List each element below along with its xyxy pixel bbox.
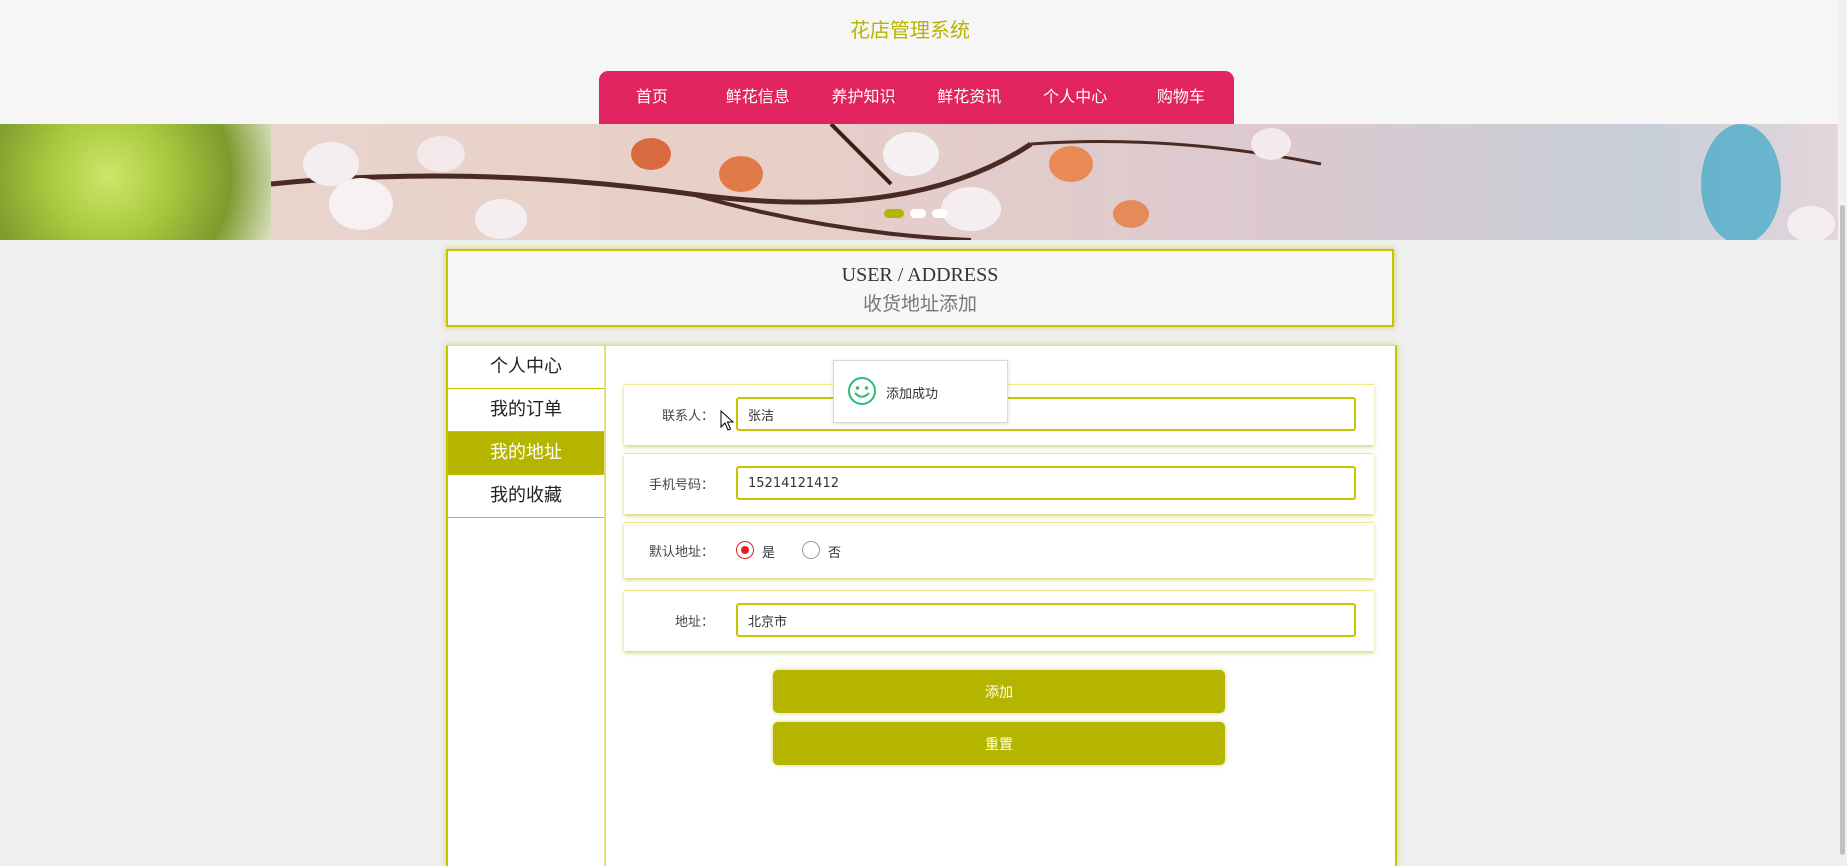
nav-item-flowers[interactable]: 鲜花信息: [705, 71, 811, 124]
sidebar-item-orders[interactable]: 我的订单: [448, 389, 604, 432]
contact-label: 联系人：: [661, 409, 714, 424]
page-header: 花店管理系统 首页 鲜花信息 养护知识 鲜花资讯 个人中心 购物车: [0, 0, 1847, 124]
nav-item-home[interactable]: 首页: [599, 71, 705, 124]
address-row: 地址：: [624, 590, 1374, 651]
phone-label: 手机号码：: [648, 478, 714, 493]
default-address-label: 默认地址：: [648, 545, 714, 560]
nav-item-profile[interactable]: 个人中心: [1022, 71, 1128, 124]
default-no-radio[interactable]: [802, 541, 820, 559]
default-yes-radio[interactable]: [736, 541, 754, 559]
reset-button[interactable]: 重置: [773, 722, 1225, 765]
nav-item-care[interactable]: 养护知识: [811, 71, 917, 124]
default-yes-label: 是: [762, 546, 776, 561]
heading-english: USER / ADDRESS: [841, 264, 999, 286]
nav-item-cart[interactable]: 购物车: [1128, 71, 1234, 124]
banner-blossom-image: [271, 124, 1835, 240]
phone-input[interactable]: [736, 466, 1356, 500]
mouse-cursor-icon: [720, 410, 734, 431]
banner-carousel[interactable]: [0, 124, 1838, 240]
contact-input[interactable]: [736, 397, 1356, 431]
address-label: 地址：: [674, 615, 714, 630]
default-no-label: 否: [828, 546, 842, 561]
sidebar-item-favorites[interactable]: 我的收藏: [448, 475, 604, 518]
site-title: 花店管理系统: [850, 18, 970, 42]
smiley-icon: [848, 377, 876, 405]
section-heading: USER / ADDRESS 收货地址添加: [446, 249, 1394, 327]
user-sidebar: 个人中心 我的订单 我的地址 我的收藏: [448, 346, 606, 866]
carousel-indicators: [884, 209, 948, 218]
carousel-dot-3[interactable]: [932, 209, 948, 218]
toast-message: 添加成功: [886, 387, 939, 402]
add-button[interactable]: 添加: [773, 670, 1225, 713]
sidebar-item-address[interactable]: 我的地址: [448, 432, 604, 475]
banner-grass-image: [0, 124, 271, 240]
main-panel: 个人中心 我的订单 我的地址 我的收藏 联系人： 手机号码： 默认地址： 是 否…: [446, 345, 1397, 866]
carousel-dot-1[interactable]: [884, 209, 904, 218]
success-toast: 添加成功: [833, 360, 1008, 423]
main-nav: 首页 鲜花信息 养护知识 鲜花资讯 个人中心 购物车: [599, 71, 1234, 124]
heading-chinese: 收货地址添加: [862, 294, 977, 315]
default-address-row: 默认地址： 是 否: [624, 522, 1374, 578]
sidebar-item-profile[interactable]: 个人中心: [448, 346, 604, 389]
phone-row: 手机号码：: [624, 453, 1374, 514]
nav-item-news[interactable]: 鲜花资讯: [916, 71, 1022, 124]
carousel-dot-2[interactable]: [910, 209, 926, 218]
scrollbar-thumb[interactable]: [1840, 205, 1845, 855]
address-input[interactable]: [736, 603, 1356, 637]
